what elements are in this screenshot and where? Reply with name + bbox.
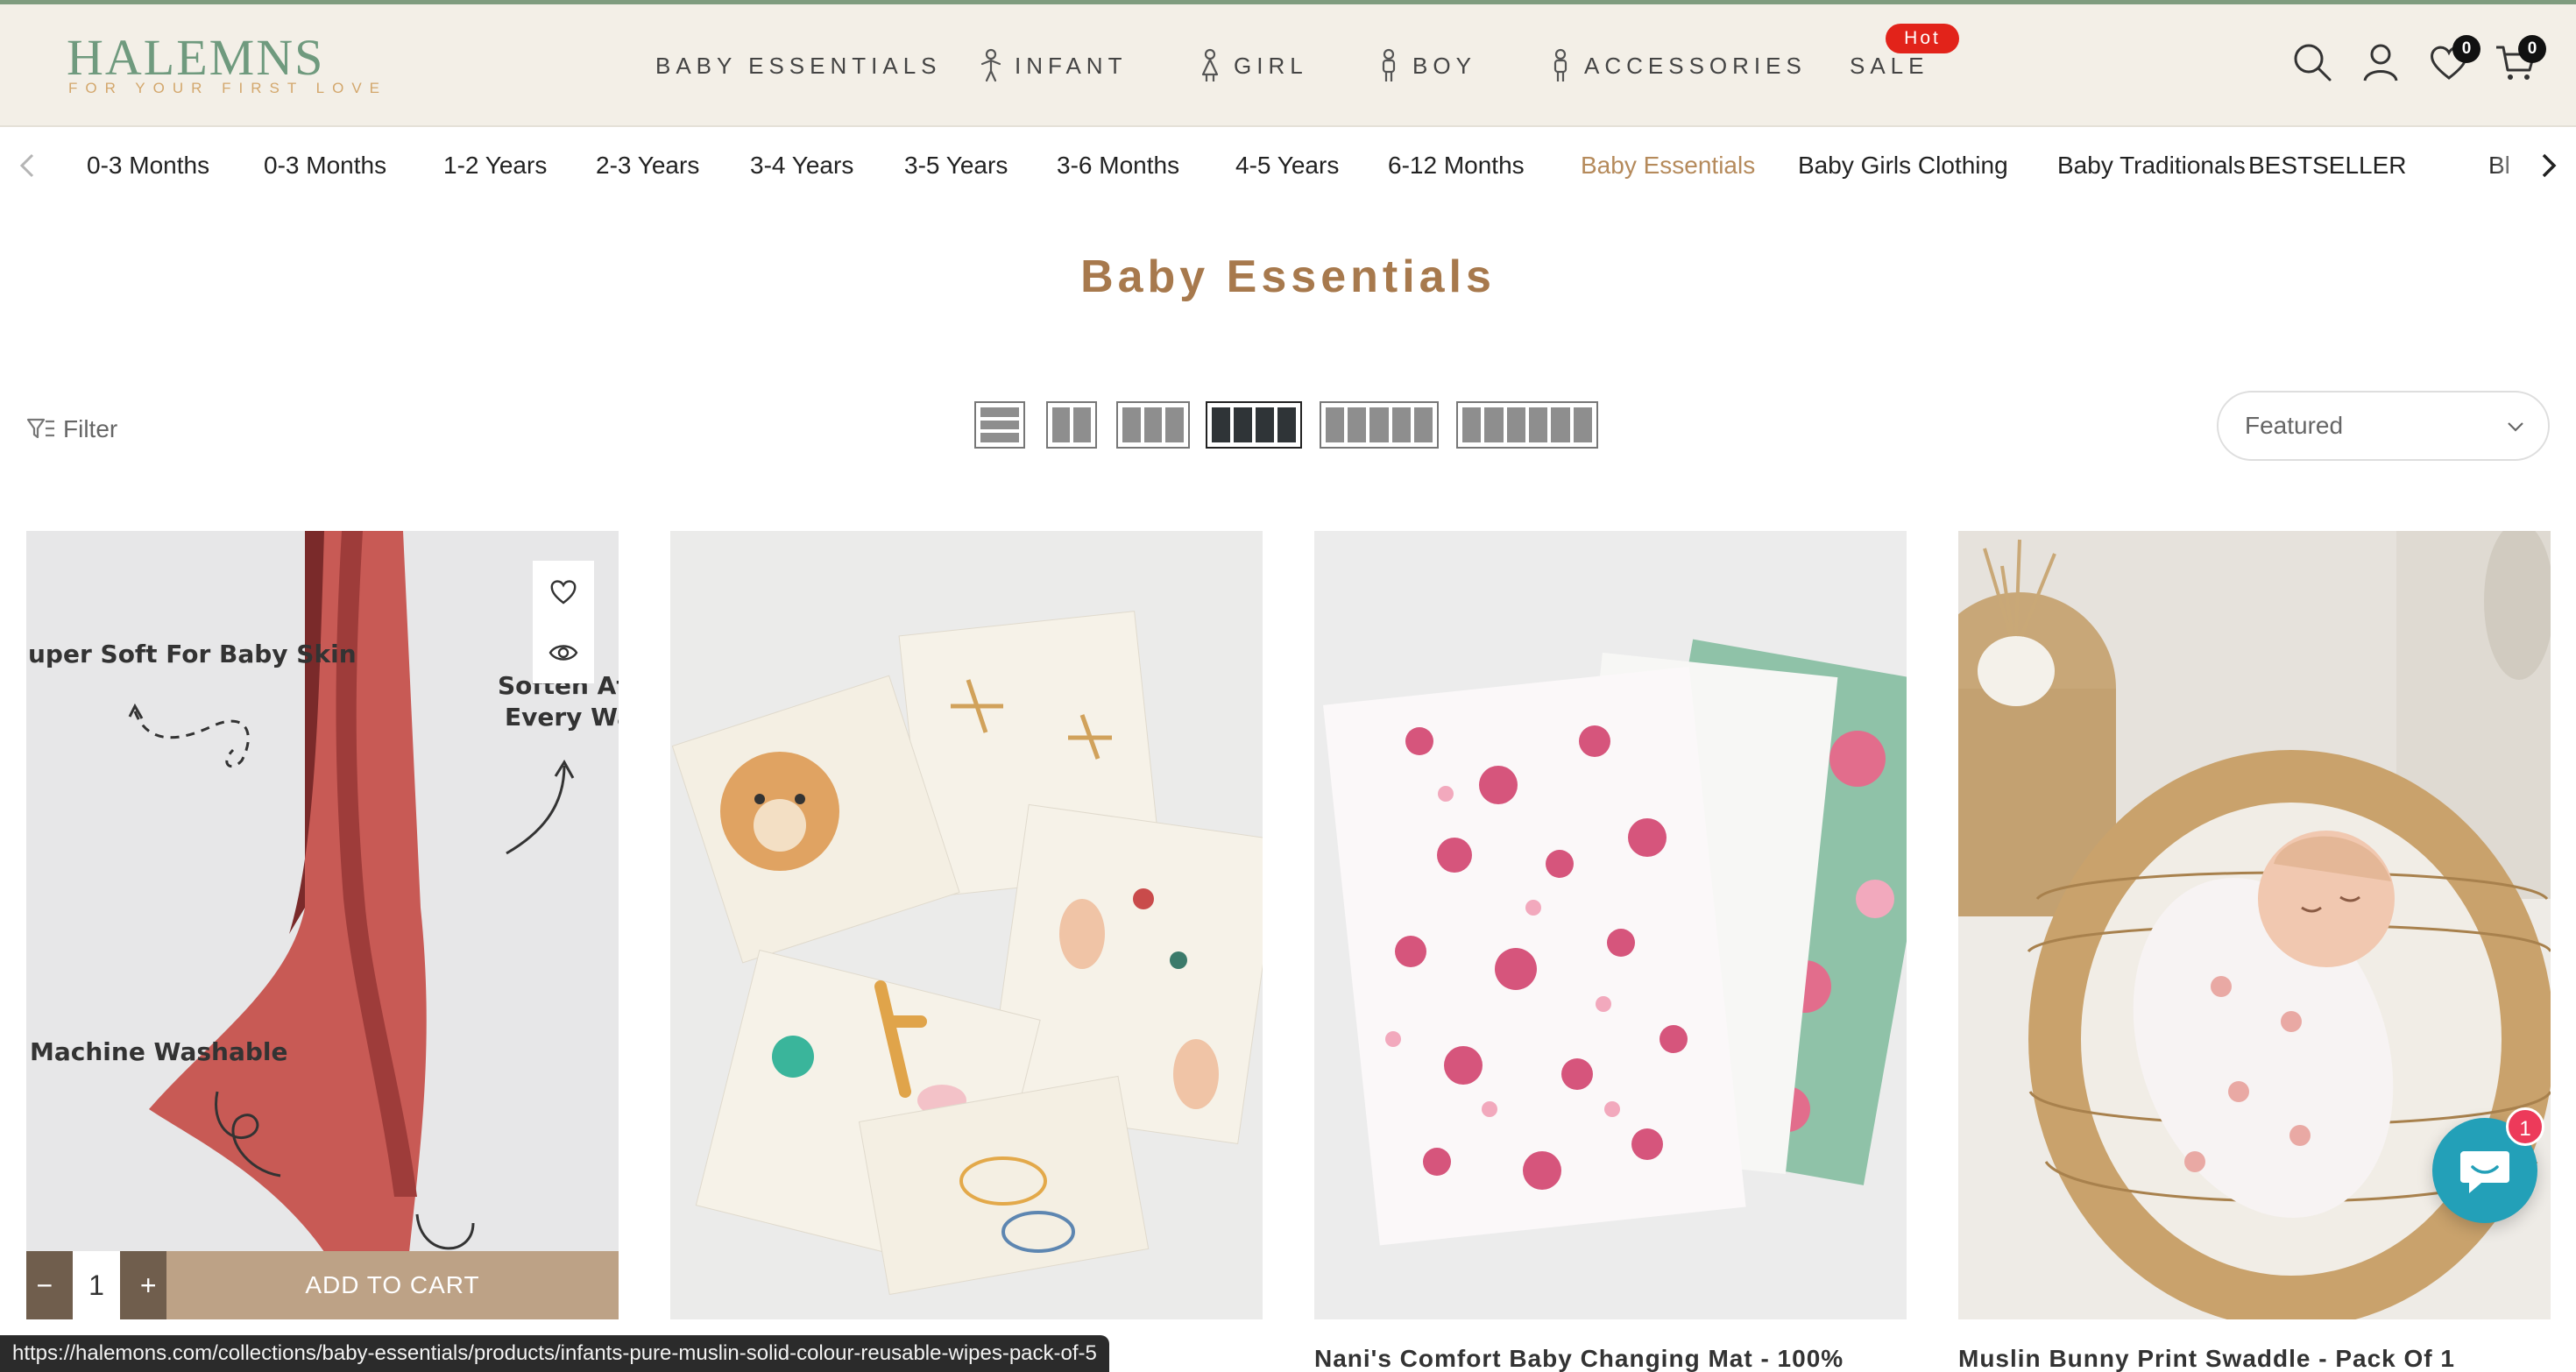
sort-select[interactable]: Featured	[2217, 391, 2550, 461]
nav-item-accessories[interactable]: ACCESSORIES	[1547, 4, 1807, 127]
nav-label: SALE	[1850, 52, 1929, 79]
brand-tagline: FOR YOUR FIRST LOVE	[68, 80, 388, 96]
quantity-plus-button[interactable]: +	[140, 1269, 157, 1302]
category-item[interactable]: 4-5 Years	[1235, 152, 1339, 180]
quick-actions	[533, 561, 594, 683]
category-item[interactable]: 3-4 Years	[750, 152, 853, 180]
quantity-stepper: − 1 +	[26, 1251, 166, 1319]
nav-label: GIRL	[1234, 52, 1308, 79]
category-item[interactable]: 0-3 Months	[87, 152, 209, 180]
infant-icon	[980, 48, 1001, 82]
view-3-columns[interactable]	[1116, 401, 1190, 449]
nav-item-infant[interactable]: INFANT	[978, 4, 1127, 127]
callout-machine-washable: Machine Washable	[30, 1037, 287, 1066]
nav-label: ACCESSORIES	[1584, 52, 1807, 79]
hot-badge: Hot	[1886, 24, 1959, 53]
girl-icon	[1201, 48, 1219, 81]
nav-label: BOY	[1412, 52, 1476, 79]
accessories-icon	[1553, 48, 1568, 81]
add-to-cart-bar: − 1 + ADD TO CART	[26, 1251, 619, 1319]
nav-item-girl[interactable]: GIRL	[1197, 4, 1308, 127]
view-4-columns[interactable]	[1206, 401, 1302, 449]
filter-label: Filter	[63, 415, 118, 442]
product-image[interactable]: uper Soft For Baby Skin Soften Afte Ever…	[26, 531, 619, 1319]
category-item[interactable]: 2-3 Years	[596, 152, 699, 180]
category-item[interactable]: Baby Traditionals	[2057, 152, 2246, 180]
category-item[interactable]: 0-3 Months	[264, 152, 386, 180]
category-item-active[interactable]: Baby Essentials	[1581, 152, 1755, 180]
chevron-left-icon[interactable]	[11, 148, 46, 183]
product-photo-muslin-cloths	[670, 531, 1263, 1319]
link-preview-status: https://halemons.com/collections/baby-es…	[0, 1335, 1109, 1372]
add-to-cart-button[interactable]: ADD TO CART	[166, 1251, 619, 1319]
sort-value: Featured	[2245, 412, 2344, 439]
category-strip: 0-3 Months 0-3 Months 1-2 Years 2-3 Year…	[0, 129, 2576, 208]
category-item[interactable]: 1-2 Years	[443, 152, 547, 180]
view-1-column[interactable]	[974, 401, 1025, 449]
filter-icon	[26, 418, 54, 439]
callout-every-wash: Every Wash	[505, 703, 619, 732]
category-item[interactable]: Baby Girls Clothing	[1798, 152, 2008, 180]
quantity-value[interactable]: 1	[73, 1251, 120, 1319]
chevron-right-icon[interactable]	[2530, 148, 2565, 183]
search-icon[interactable]	[2290, 40, 2334, 84]
product-photo-muslin-wipe: uper Soft For Baby Skin Soften Afte Ever…	[26, 531, 619, 1319]
wishlist-count: 0	[2452, 35, 2480, 63]
view-2-columns[interactable]	[1046, 401, 1097, 449]
callout-super-soft: uper Soft For Baby Skin	[28, 640, 357, 668]
nav-label: BABY ESSENTIALS	[655, 52, 942, 79]
chat-unread-badge: 1	[2506, 1107, 2544, 1146]
brand-name: HALEMNS	[67, 29, 325, 86]
nav-label: INFANT	[1015, 52, 1128, 79]
product-image[interactable]	[1314, 531, 1907, 1319]
cart-count: 0	[2518, 35, 2546, 63]
brand-logo[interactable]: HALEMNS FOR YOUR FIRST LOVE	[67, 29, 379, 101]
view-6-columns[interactable]	[1456, 401, 1598, 449]
user-icon[interactable]	[2359, 40, 2403, 84]
quick-view-eye-icon[interactable]	[548, 638, 578, 668]
category-item[interactable]: 3-6 Months	[1057, 152, 1179, 180]
wishlist-heart-icon[interactable]	[548, 576, 578, 606]
category-item[interactable]: 3-5 Years	[904, 152, 1008, 180]
chat-bubble-icon	[2460, 1151, 2509, 1193]
nav-item-sale[interactable]: SALE	[1850, 4, 1929, 127]
view-5-columns[interactable]	[1320, 401, 1439, 449]
boy-icon	[1382, 48, 1396, 81]
quantity-minus-button[interactable]: −	[36, 1269, 53, 1302]
filter-button[interactable]: Filter	[26, 412, 117, 447]
product-title[interactable]: Muslin Bunny Print Swaddle - Pack Of 1	[1958, 1345, 2551, 1372]
product-title[interactable]: Nani's Comfort Baby Changing Mat - 100%	[1314, 1345, 1907, 1372]
chevron-down-icon	[2508, 422, 2523, 432]
nav-item-boy[interactable]: BOY	[1376, 4, 1476, 127]
category-item[interactable]: BESTSELLER	[2248, 152, 2407, 180]
product-image[interactable]	[670, 531, 1263, 1319]
page-title: Baby Essentials	[1080, 251, 1496, 302]
nav-item-baby-essentials[interactable]: BABY ESSENTIALS	[655, 4, 942, 127]
category-item[interactable]: 6-12 Months	[1388, 152, 1525, 180]
product-photo-changing-mat	[1314, 531, 1907, 1319]
